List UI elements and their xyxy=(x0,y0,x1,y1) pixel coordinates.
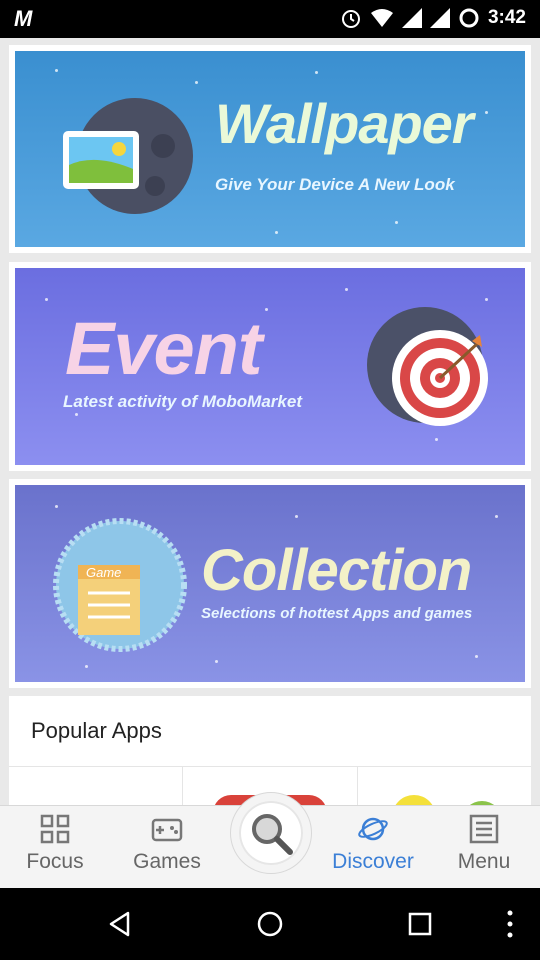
alarm-icon xyxy=(341,10,360,28)
nav-label-discover: Discover xyxy=(332,850,414,873)
center-search-button[interactable] xyxy=(230,792,312,874)
grid-icon xyxy=(40,814,70,844)
recents-icon[interactable] xyxy=(407,911,433,937)
back-icon[interactable] xyxy=(106,910,134,938)
wallpaper-title: Wallpaper xyxy=(215,92,474,155)
wallpaper-banner[interactable]: Wallpaper Give Your Device A New Look xyxy=(15,51,525,247)
status-time: 3:42 xyxy=(487,7,526,28)
battery-icon xyxy=(459,8,479,28)
collection-planet-icon: Game xyxy=(53,518,187,652)
event-title: Event xyxy=(65,307,263,390)
overflow-menu-icon[interactable] xyxy=(504,908,516,940)
collection-banner-card[interactable]: Game Collection Selections of hottest Ap… xyxy=(9,479,531,688)
nav-item-focus[interactable]: Focus xyxy=(0,806,110,889)
nav-label-games: Games xyxy=(133,850,201,873)
game-badge: Game xyxy=(86,565,121,580)
nav-item-menu[interactable]: Menu xyxy=(429,806,539,889)
planet-icon xyxy=(358,817,388,841)
search-icon xyxy=(252,814,293,855)
status-bar: M 3:42 xyxy=(0,0,540,38)
wallpaper-banner-card[interactable]: Wallpaper Give Your Device A New Look xyxy=(9,45,531,253)
wifi-icon xyxy=(370,9,393,27)
wallpaper-planet-icon xyxy=(63,98,193,214)
gamepad-icon xyxy=(151,818,183,842)
collection-title: Collection xyxy=(201,538,472,603)
target-icon xyxy=(367,307,488,426)
nav-label-menu: Menu xyxy=(457,850,511,873)
nav-item-games[interactable]: Games xyxy=(112,806,222,889)
popular-apps-heading: Popular Apps xyxy=(9,696,531,767)
collection-subtitle: Selections of hottest Apps and games xyxy=(201,605,473,622)
bottom-nav: Focus Games Discover Menu xyxy=(0,792,540,889)
nav-label-focus: Focus xyxy=(26,850,84,873)
list-icon xyxy=(469,814,499,844)
signal-icon xyxy=(401,8,422,28)
home-icon[interactable] xyxy=(256,910,284,938)
event-banner-card[interactable]: Event Latest activity of MoboMarket xyxy=(9,262,531,471)
event-subtitle: Latest activity of MoboMarket xyxy=(63,392,302,411)
system-nav-bar xyxy=(0,888,540,960)
signal-icon-2 xyxy=(429,8,450,28)
collection-banner[interactable]: Game Collection Selections of hottest Ap… xyxy=(15,485,525,682)
wallpaper-subtitle: Give Your Device A New Look xyxy=(215,175,455,194)
gmail-icon: M xyxy=(14,6,33,31)
nav-item-discover[interactable]: Discover xyxy=(318,806,428,889)
event-banner[interactable]: Event Latest activity of MoboMarket xyxy=(15,268,525,465)
